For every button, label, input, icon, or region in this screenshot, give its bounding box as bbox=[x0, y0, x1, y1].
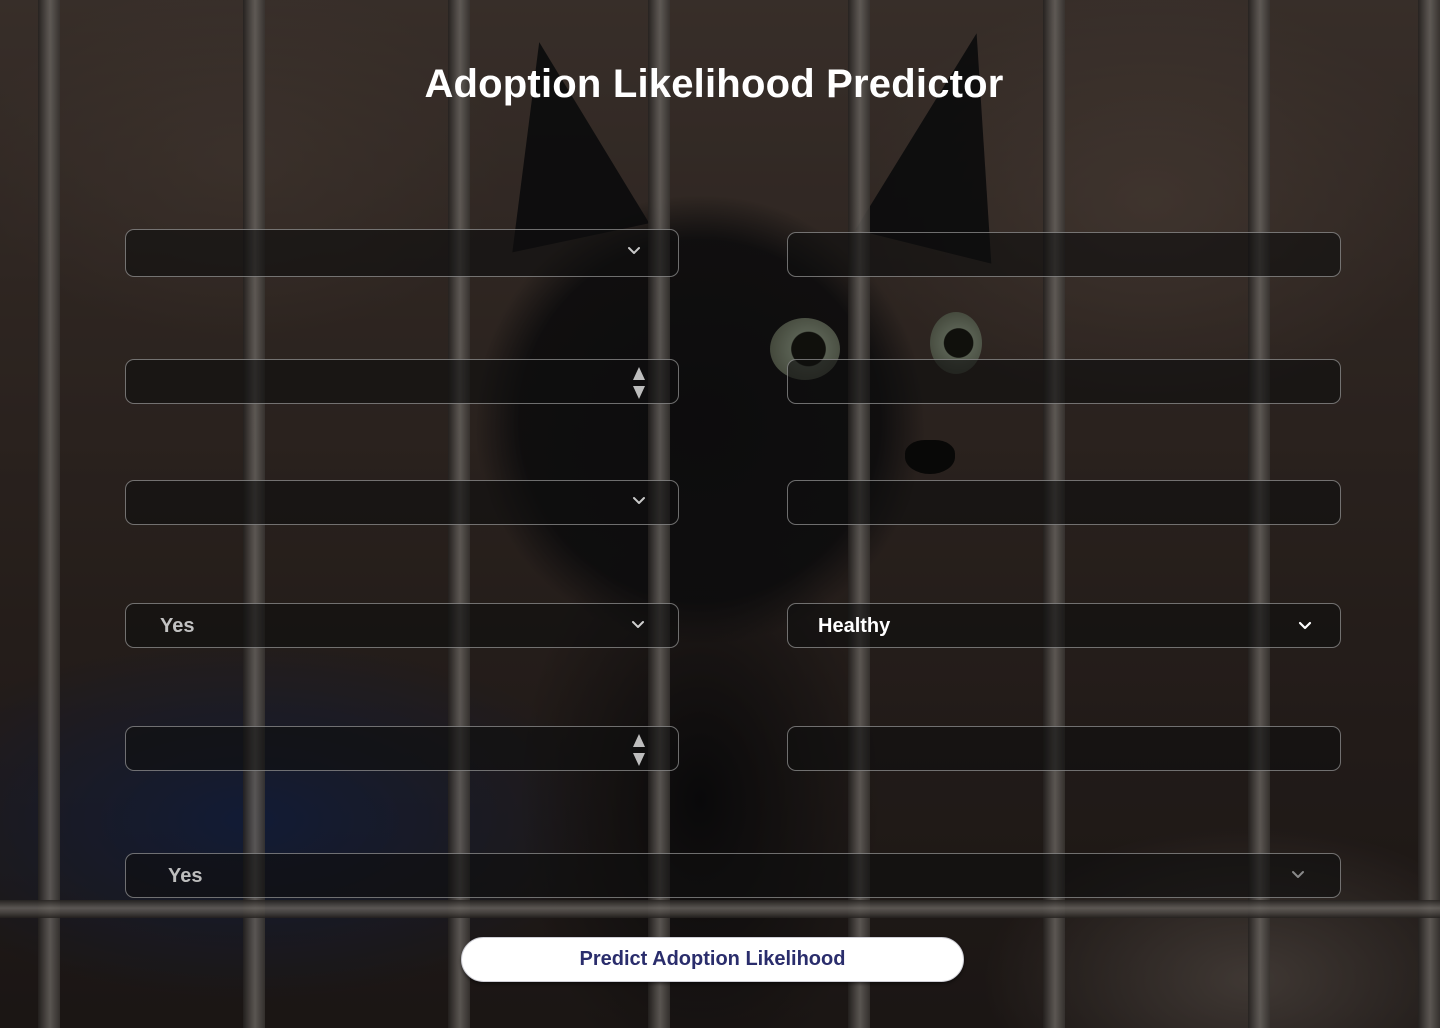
row1-right-input[interactable] bbox=[787, 232, 1341, 277]
row4-right-select-value: Healthy bbox=[818, 615, 891, 637]
row5-left-number[interactable] bbox=[125, 726, 679, 771]
page-title: Adoption Likelihood Predictor bbox=[424, 62, 1004, 106]
row1-left-select[interactable] bbox=[125, 229, 679, 277]
row4-left-select-value: Yes bbox=[160, 615, 195, 637]
spinner-arrows-icon[interactable] bbox=[632, 366, 646, 400]
row4-right-select[interactable]: Healthy bbox=[787, 603, 1341, 648]
chevron-down-icon bbox=[632, 621, 644, 628]
spinner-arrows-icon[interactable] bbox=[632, 733, 646, 767]
row2-left-number[interactable] bbox=[125, 359, 679, 404]
row3-right-input[interactable] bbox=[787, 480, 1341, 525]
bottom-edge bbox=[0, 1028, 1440, 1034]
chevron-down-icon bbox=[1292, 871, 1304, 878]
row3-left-select[interactable] bbox=[125, 480, 679, 525]
row6-full-select-value: Yes bbox=[168, 865, 203, 887]
row2-right-input[interactable] bbox=[787, 359, 1341, 404]
predict-button[interactable]: Predict Adoption Likelihood bbox=[461, 937, 964, 982]
row6-full-select[interactable]: Yes bbox=[125, 853, 1341, 898]
chevron-down-icon bbox=[1298, 621, 1312, 630]
row5-right-input[interactable] bbox=[787, 726, 1341, 771]
chevron-down-icon bbox=[633, 497, 645, 504]
row4-left-select[interactable]: Yes bbox=[125, 603, 679, 648]
chevron-down-icon bbox=[628, 247, 640, 254]
